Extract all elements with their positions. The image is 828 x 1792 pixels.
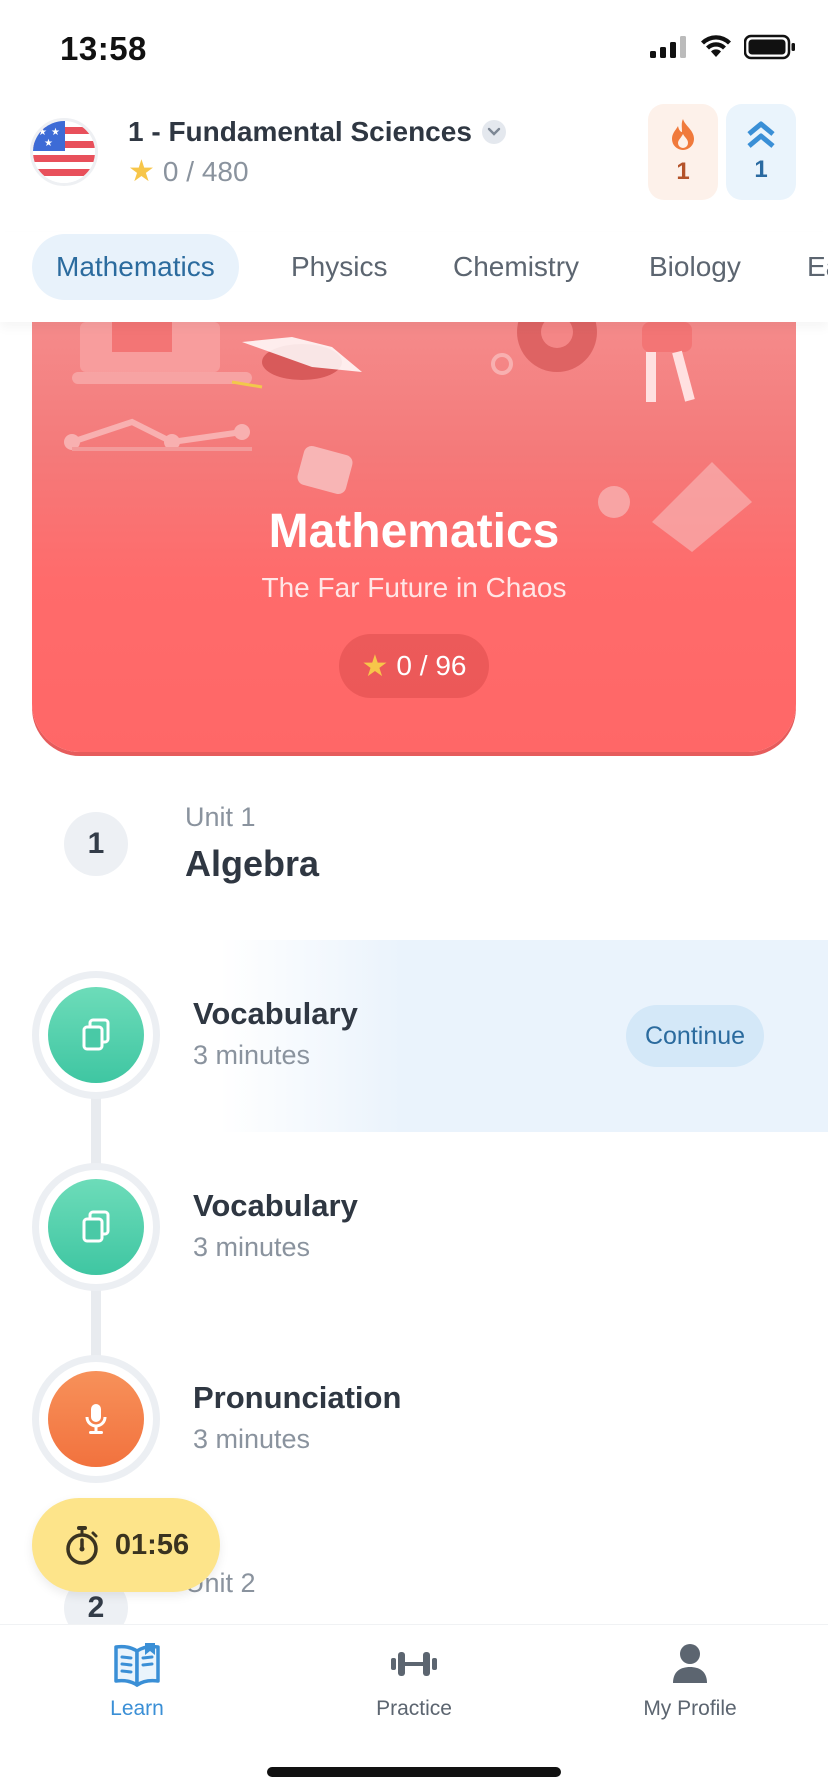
nav-learn-label: Learn: [110, 1697, 164, 1720]
person-icon: [673, 1644, 707, 1683]
tab-mathematics[interactable]: Mathematics: [32, 234, 239, 300]
lesson-duration: 3 minutes: [193, 1424, 311, 1454]
hero-stars-pill: ★ 0 / 96: [339, 634, 489, 698]
signal-icon: [650, 36, 686, 58]
flame-icon: [672, 119, 694, 150]
star-icon: ★: [361, 648, 389, 684]
us-flag-avatar[interactable]: ★ ★ ★: [30, 118, 98, 186]
subject-tabs: Mathematics Physics Chemistry Biology Ea: [0, 232, 828, 322]
nav-my-profile-label: My Profile: [643, 1697, 737, 1720]
cards-icon: [48, 1179, 144, 1275]
svg-text:★: ★: [51, 127, 60, 138]
battery-icon: [744, 34, 795, 60]
svg-text:★: ★: [38, 127, 47, 138]
home-indicator: [267, 1767, 561, 1777]
level-count: 1: [754, 156, 768, 183]
tab-biology[interactable]: Biology: [649, 234, 741, 300]
nav-learn[interactable]: Learn: [57, 1641, 217, 1721]
lesson-connector: [91, 1282, 101, 1362]
nav-practice[interactable]: Practice: [334, 1641, 494, 1721]
unit-label: Unit 1: [185, 802, 256, 832]
course-header: ★ ★ ★ 1 - Fundamental Sciences ★ 0 / 480…: [0, 100, 828, 220]
us-flag-icon: ★ ★ ★: [33, 121, 95, 183]
streak-badge[interactable]: 1: [648, 104, 718, 200]
book-icon: [114, 1643, 160, 1687]
hero-subtitle: The Far Future in Chaos: [261, 572, 567, 603]
cards-icon: [48, 987, 144, 1083]
lesson-vocabulary-2-button[interactable]: [32, 1163, 160, 1291]
star-icon: ★: [128, 154, 155, 189]
lesson-title: Vocabulary: [193, 996, 358, 1031]
lesson-vocabulary-1-button[interactable]: [32, 971, 160, 1099]
hero-title: Mathematics: [268, 505, 560, 558]
level-badge[interactable]: 1: [726, 104, 796, 200]
session-timer[interactable]: 01:56: [32, 1498, 220, 1592]
unit-number: 1: [64, 812, 128, 876]
tab-chemistry[interactable]: Chemistry: [453, 234, 579, 300]
lesson-connector: [91, 1090, 101, 1170]
wifi-icon: [701, 35, 731, 57]
subject-hero-card: Mathematics The Far Future in Chaos ★ 0 …: [32, 322, 796, 752]
tab-earth-partial[interactable]: Ea: [807, 234, 828, 300]
bottom-navigation: Learn Practice My Profile: [0, 1624, 828, 1792]
chevron-down-icon: [481, 120, 506, 144]
course-stars-value: 0 / 480: [162, 155, 249, 187]
status-icons: [650, 34, 796, 60]
course-stars: ★ 0 / 480: [128, 154, 249, 189]
lesson-title: Pronunciation: [193, 1380, 402, 1415]
nav-my-profile[interactable]: My Profile: [610, 1641, 770, 1721]
dumbbell-icon: [391, 1652, 437, 1676]
lesson-duration: 3 minutes: [193, 1040, 311, 1070]
hero-stars-value: 0 / 96: [396, 650, 467, 681]
microphone-icon: [48, 1371, 144, 1467]
nav-practice-label: Practice: [376, 1697, 452, 1720]
unit-title: Algebra: [185, 843, 320, 884]
course-selector[interactable]: 1 - Fundamental Sciences: [128, 116, 506, 148]
chevrons-up-icon: [747, 121, 775, 148]
continue-button[interactable]: Continue: [626, 1005, 764, 1067]
course-title: 1 - Fundamental Sciences: [128, 116, 472, 147]
timer-value: 01:56: [114, 1528, 190, 1561]
tab-physics[interactable]: Physics: [291, 234, 387, 300]
lesson-pronunciation-button[interactable]: [32, 1355, 160, 1483]
stopwatch-icon: [66, 1526, 98, 1565]
status-bar: 13:58: [0, 0, 828, 100]
lesson-duration: 3 minutes: [193, 1232, 311, 1262]
streak-count: 1: [676, 158, 690, 185]
svg-text:★: ★: [44, 138, 53, 149]
lesson-title: Vocabulary: [193, 1188, 358, 1223]
status-time: 13:58: [60, 30, 147, 67]
